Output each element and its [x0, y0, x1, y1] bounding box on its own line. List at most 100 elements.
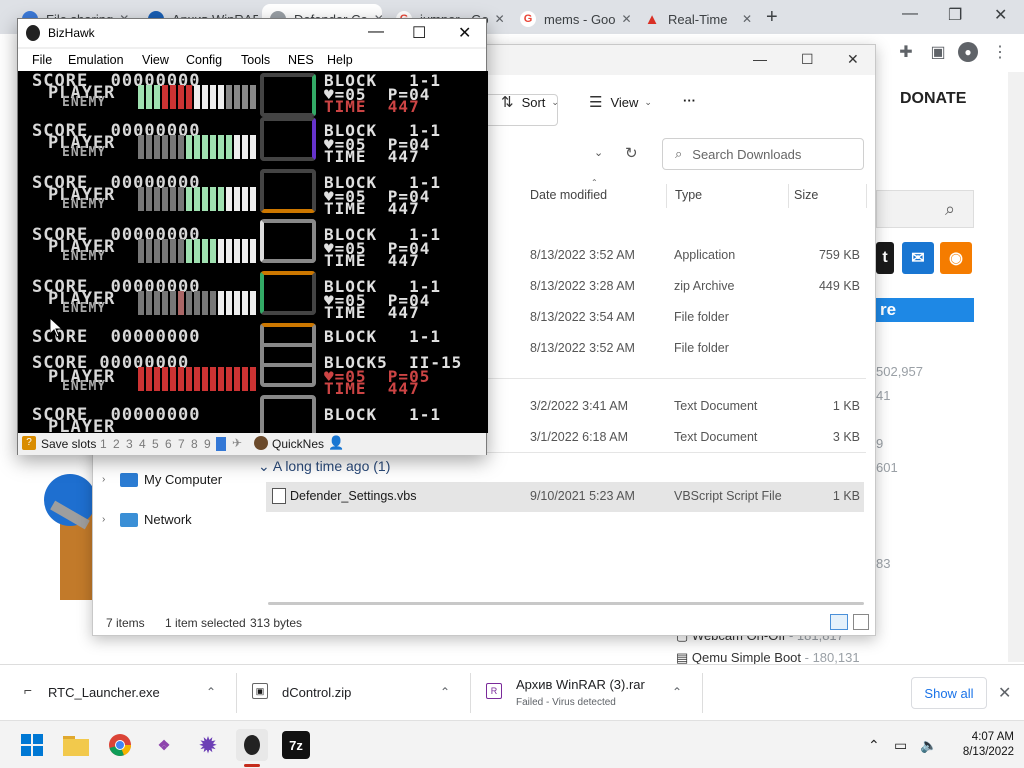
show-all-downloads-button[interactable]: Show all: [911, 677, 987, 709]
save-slot-5[interactable]: 5: [152, 437, 159, 451]
browser-menu-icon[interactable]: ⋮: [990, 42, 1010, 62]
chevron-down-icon[interactable]: ⌄: [594, 146, 603, 159]
tab-mems[interactable]: G mems - Goo ✕: [512, 4, 630, 34]
donate-link[interactable]: DONATE: [900, 90, 966, 108]
column-separator[interactable]: [788, 184, 789, 208]
file-row-selected[interactable]: Defender_Settings.vbs 9/10/2021 5:23 AM …: [266, 482, 864, 512]
save-slot-3[interactable]: 3: [126, 437, 133, 451]
bizhawk-maximize-button[interactable]: ☐: [412, 23, 426, 43]
search-icon[interactable]: ⌕: [945, 199, 955, 220]
controller-icon[interactable]: ✈: [232, 436, 248, 450]
more-options-button[interactable]: ···: [683, 93, 696, 108]
menu-view[interactable]: View: [142, 53, 169, 67]
save-slot-6[interactable]: 6: [165, 437, 172, 451]
page-scrollbar[interactable]: [1008, 72, 1024, 662]
extensions-icon[interactable]: ✚: [896, 42, 916, 62]
nes-enemy-text: ENEMY: [62, 249, 107, 264]
search-icon: ⌕: [675, 146, 683, 161]
site-search-input[interactable]: [876, 190, 974, 228]
refresh-icon[interactable]: ↻: [625, 144, 638, 162]
network-tray-icon[interactable]: ▭: [894, 737, 907, 754]
save-slot-7[interactable]: 7: [178, 437, 185, 451]
close-tab-icon[interactable]: ✕: [736, 12, 752, 26]
rss-icon[interactable]: ◉: [940, 242, 972, 274]
search-downloads-input[interactable]: ⌕ Search Downloads: [662, 138, 864, 170]
menu-help[interactable]: Help: [327, 53, 353, 67]
explorer-close-button[interactable]: ✕: [847, 51, 859, 68]
file-date: 8/13/2022 3:54 AM: [530, 310, 635, 324]
start-button[interactable]: [16, 729, 48, 761]
mouse-cursor-icon: [50, 318, 64, 338]
menu-file[interactable]: File: [32, 53, 52, 67]
nes-block-text: BLOCK 1-1: [324, 327, 441, 346]
column-size[interactable]: Size: [794, 188, 818, 202]
save-slot-8[interactable]: 8: [191, 437, 198, 451]
mail-icon[interactable]: ✉: [902, 242, 934, 274]
menu-nes[interactable]: NES: [288, 53, 314, 67]
bizhawk-minimize-button[interactable]: —: [368, 23, 384, 41]
download-item-winrar[interactable]: R Архив WinRAR (3).rar Failed - Virus de…: [470, 665, 702, 721]
system-clock[interactable]: 4:07 AM 8/13/2022: [944, 730, 1014, 760]
download-item-dcontrol[interactable]: ▣ dControl.zip ⌃: [236, 665, 470, 721]
save-slot-0[interactable]: 0: [216, 437, 226, 451]
nes-time-text: TIME 447: [324, 199, 420, 218]
tab-label: Real-Time: [668, 11, 728, 27]
user-icon[interactable]: 👤: [328, 435, 344, 451]
file-explorer-taskbar-button[interactable]: [60, 729, 92, 761]
chevron-up-icon[interactable]: ⌃: [868, 737, 880, 754]
nav-network[interactable]: › Network: [102, 512, 192, 527]
close-downloads-bar-icon[interactable]: ✕: [998, 683, 1011, 703]
tiles-view-button[interactable]: [853, 614, 869, 630]
purple-app-taskbar-button[interactable]: ❖: [148, 729, 180, 761]
column-type[interactable]: Type: [675, 188, 702, 202]
bizhawk-close-button[interactable]: ✕: [458, 23, 471, 43]
profile-avatar-icon[interactable]: ●: [958, 42, 978, 62]
horizontal-scrollbar[interactable]: [268, 602, 864, 605]
save-slot-4[interactable]: 4: [139, 437, 146, 451]
save-slot-2[interactable]: 2: [113, 437, 120, 451]
chevron-up-icon[interactable]: ⌃: [440, 685, 450, 699]
chevron-right-icon[interactable]: ›: [102, 474, 120, 485]
download-item-rtc-launcher[interactable]: ⌐ RTC_Launcher.exe ⌃: [0, 665, 236, 721]
bizhawk-taskbar-button[interactable]: [236, 729, 268, 761]
close-tab-icon[interactable]: ✕: [489, 12, 505, 26]
chevron-right-icon[interactable]: ›: [102, 514, 120, 525]
7zip-taskbar-button[interactable]: 7z: [282, 731, 310, 759]
browser-maximize-button[interactable]: ❐: [948, 5, 962, 25]
tab-real-time[interactable]: ▲ Real-Time ✕: [636, 4, 760, 34]
tumblr-icon[interactable]: t: [876, 242, 894, 274]
side-panel-icon[interactable]: ▣: [928, 42, 948, 62]
volume-icon[interactable]: 🔈: [920, 737, 937, 754]
nes-health-bar: [138, 85, 256, 109]
menu-config[interactable]: Config: [186, 53, 222, 67]
explorer-maximize-button[interactable]: ☐: [801, 51, 814, 68]
details-view-button[interactable]: [830, 614, 848, 630]
group-header-long-ago[interactable]: ⌄ A long time ago (1): [258, 458, 390, 475]
chevron-up-icon[interactable]: ⌃: [206, 685, 216, 699]
save-slot-1[interactable]: 1: [100, 437, 107, 451]
chrome-icon: [109, 734, 132, 757]
column-separator[interactable]: [866, 184, 867, 208]
nav-my-computer[interactable]: › My Computer: [102, 472, 222, 487]
bizhawk-titlebar[interactable]: BizHawk — ☐ ✕: [18, 19, 486, 47]
view-button[interactable]: ☰ View ⌄: [589, 93, 652, 111]
clock-time: 4:07 AM: [971, 731, 1014, 743]
close-tab-icon[interactable]: ✕: [616, 12, 630, 26]
chrome-taskbar-button[interactable]: [104, 729, 136, 761]
new-tab-button[interactable]: +: [766, 6, 778, 29]
chevron-up-icon[interactable]: ⌃: [672, 685, 682, 699]
browser-minimize-button[interactable]: —: [902, 5, 918, 23]
site-banner[interactable]: re: [876, 298, 974, 322]
menu-tools[interactable]: Tools: [241, 53, 270, 67]
file-type: zip Archive: [674, 279, 735, 293]
nes-item-box: [260, 73, 316, 117]
nes-emulator-screen[interactable]: SCORE 00000000 PLAYER ENEMY BLOCK 1-1 ♥=…: [18, 71, 488, 433]
column-separator[interactable]: [666, 184, 667, 208]
explorer-minimize-button[interactable]: —: [753, 51, 767, 67]
browser-close-button[interactable]: ✕: [994, 5, 1007, 25]
menu-emulation[interactable]: Emulation: [68, 53, 124, 67]
nes-item-box: [260, 395, 316, 433]
purple-app-2-taskbar-button[interactable]: ✹: [192, 729, 224, 761]
column-date-modified[interactable]: Date modified: [530, 188, 607, 202]
save-slot-9[interactable]: 9: [204, 437, 211, 451]
